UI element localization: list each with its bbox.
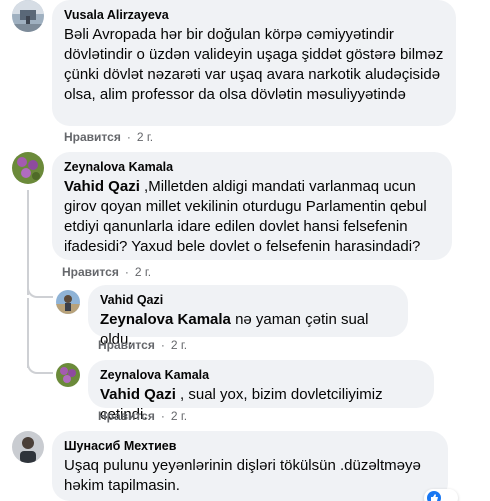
timestamp[interactable]: 2 г. [137,130,153,144]
like-button[interactable]: Нравится [62,265,119,279]
mention-link[interactable]: Vahid Qazi [100,386,176,403]
mention-link[interactable]: Zeynalova Kamala [100,311,231,328]
comment-bubble: Шунасиб Мехтиев Uşaq pulunu yeyənlərinin… [52,431,448,501]
comment-author[interactable]: Шунасиб Мехтиев [64,438,436,454]
timestamp[interactable]: 2 г. [171,338,187,352]
thread-connector [27,280,53,298]
like-reaction-icon [427,491,441,501]
avatar-person-icon [12,431,44,463]
separator: · [160,409,165,423]
comment-text: Vahid Qazi ,Milletden aldigi mandati var… [64,177,440,257]
comment-author[interactable]: Vahid Qazi [100,292,396,308]
comment-actions: Нравится · 2 г. [64,129,153,145]
comment-bubble: Zeynalova Kamala Vahid Qazi ,Milletden a… [52,152,452,260]
comment-text: Bəli Avropada hər bir doğulan körpə cəmi… [64,26,444,103]
separator: · [126,130,131,144]
comment-actions: Нравится · 2 г. [62,264,151,280]
comment-bubble: Vahid Qazi Zeynalova Kamala nə yaman çət… [88,285,408,348]
comment-bubble: Vusala Alirzayeva Bəli Avropada hər bir … [52,0,456,126]
reaction-badge[interactable] [424,489,458,501]
like-button[interactable]: Нравится [98,338,155,352]
comment-text: Uşaq pulunu yeyənlərinin dişləri tökülsü… [64,457,421,494]
mention-link[interactable]: Vahid Qazi [64,178,140,195]
timestamp[interactable]: 2 г. [171,409,187,423]
thread-connector [27,358,53,374]
avatar-flowers-icon [12,152,44,184]
avatar[interactable] [56,363,80,387]
avatar-photo-icon [12,0,44,32]
timestamp[interactable]: 2 г. [135,265,151,279]
comment-actions: Нравится · 2 г. [98,408,187,424]
comment-author[interactable]: Vusala Alirzayeva [64,7,444,23]
avatar-flowers-icon [56,363,80,387]
avatar-person-icon [56,290,80,314]
avatar[interactable] [12,152,44,184]
comment-author[interactable]: Zeynalova Kamala [64,159,440,175]
like-button[interactable]: Нравится [64,130,121,144]
avatar[interactable] [12,0,44,32]
comment-bubble: Zeynalova Kamala Vahid Qazi , sual yox, … [88,360,434,423]
separator: · [124,265,129,279]
separator: · [160,338,165,352]
comment-author[interactable]: Zeynalova Kamala [100,367,422,383]
avatar[interactable] [56,290,80,314]
like-button[interactable]: Нравится [98,409,155,423]
avatar[interactable] [12,431,44,463]
comment-actions: Нравится · 2 г. [98,337,187,353]
